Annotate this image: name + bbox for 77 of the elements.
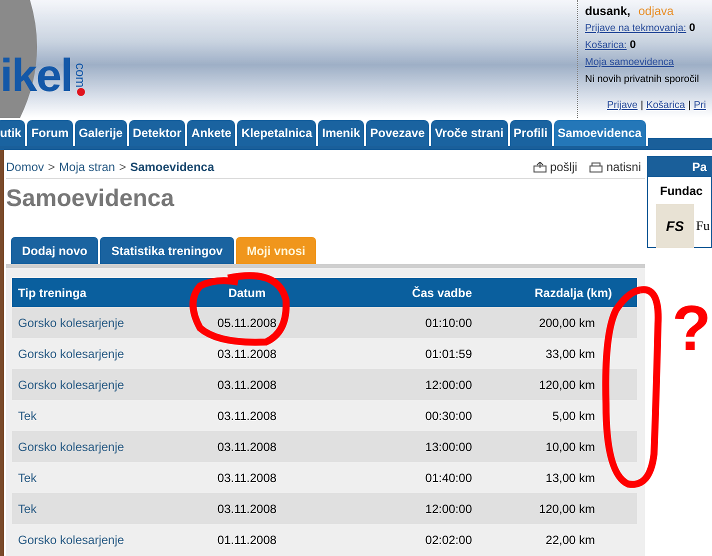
training-type-link[interactable]: Gorsko kolesarjenje (12, 376, 182, 394)
question-mark-annotation: ? (672, 296, 712, 360)
account-link[interactable]: Košarica (646, 98, 686, 113)
table-cell-text: 22,00 km (544, 532, 596, 548)
table-cell-text: 01:40:00 (424, 470, 472, 486)
logo-text: ikel (0, 52, 72, 98)
table-cell-text: 200,00 km (538, 314, 596, 332)
nav-tab[interactable]: Vroče strani (430, 120, 508, 146)
training-type-link[interactable]: Tek (12, 468, 182, 486)
column-header: Tip treninga (17, 284, 88, 302)
nav-tab[interactable]: Profili (510, 120, 552, 146)
nav-tab[interactable]: Ankete (187, 120, 236, 146)
sidebar-heading: Pa (648, 157, 711, 177)
tab[interactable]: Dodaj novo (11, 237, 98, 264)
column-header: Datum (227, 284, 267, 302)
action-link[interactable]: natisni (589, 158, 641, 176)
table-cell-text: 03.11.2008 (216, 408, 278, 424)
column-header: Čas vadbe (410, 284, 472, 302)
page-title: Samoevidenca (6, 185, 176, 213)
link-separator: | (688, 99, 691, 113)
tab[interactable]: Statistika treningov (100, 237, 234, 264)
count-text: 0 (689, 21, 696, 36)
account-link[interactable]: Moja samoevidenca (585, 55, 674, 70)
column-header: Razdalja (km) (534, 284, 613, 302)
table-cell-text: 03.11.2008 (216, 376, 278, 394)
table-cell-text: 13,00 km (544, 470, 596, 486)
table-cell-text: 120,00 km (538, 500, 596, 518)
nav-tab[interactable]: Galerije (74, 120, 127, 146)
table-cell-text: 5,00 km (551, 408, 596, 424)
training-type-link[interactable]: Gorsko kolesarjenje (12, 438, 182, 456)
sponsor-name: Fundac (659, 183, 704, 200)
table-cell-text: 10,00 km (544, 438, 596, 456)
link-separator: | (640, 99, 644, 113)
messages-text: Ni novih privatnih sporočil (585, 73, 700, 87)
table-cell-text: 03.11.2008 (216, 500, 278, 518)
table-cell-text: 03.11.2008 (216, 346, 278, 362)
logo-suffix: com (74, 63, 88, 88)
account-link[interactable]: Prijave (607, 98, 638, 113)
action-link[interactable]: pošlji (532, 158, 578, 176)
training-type-link[interactable]: Gorsko kolesarjenje (12, 314, 182, 332)
table-cell-text: 12:00:00 (424, 500, 472, 518)
table-cell-text: 05.11.2008 (216, 314, 278, 332)
account-link[interactable]: Pri (694, 98, 706, 113)
account-link[interactable]: Košarica: (585, 38, 627, 53)
username: dusank, (585, 4, 630, 19)
table-cell-text: 33,00 km (544, 346, 596, 362)
breadcrumb-separator: > (48, 159, 56, 176)
table-cell-text: 12:00:00 (424, 376, 472, 394)
nav-tab[interactable]: Detektor (128, 120, 186, 146)
training-type-link[interactable]: Gorsko kolesarjenje (12, 344, 182, 362)
training-type-link[interactable]: Gorsko kolesarjenje (12, 530, 182, 548)
sponsor-logo: FS (656, 204, 694, 248)
sponsor-caption: Fu (696, 217, 710, 236)
table-cell-text: 120,00 km (538, 376, 596, 394)
table-cell-text: 01.11.2008 (216, 532, 278, 548)
nav-tab[interactable]: Klepetalnica (237, 120, 316, 146)
table-cell-text: 03.11.2008 (216, 438, 278, 456)
table-cell-text: 13:00:00 (424, 438, 472, 456)
nav-tab[interactable]: Povezave (366, 120, 429, 146)
table-cell-text: 02:02:00 (424, 532, 472, 548)
nav-tab[interactable]: Imenik (318, 120, 364, 146)
printer-icon (589, 162, 604, 172)
table-cell-text: 01:01:59 (424, 346, 472, 362)
breadcrumb-link[interactable]: Moja stran (59, 158, 116, 176)
table-cell-text: 03.11.2008 (216, 470, 278, 486)
count-text: 0 (630, 38, 636, 53)
account-link[interactable]: Prijave na tekmovanja: (585, 21, 686, 36)
breadcrumb-link[interactable]: Samoevidenca (130, 158, 214, 176)
table-cell-text: 00:30:00 (424, 408, 472, 424)
table-cell-text: 01:10:00 (424, 314, 472, 332)
training-type-link[interactable]: Tek (12, 406, 182, 424)
training-type-link[interactable]: Tek (12, 500, 182, 518)
nav-tab[interactable]: Forum (27, 120, 73, 146)
breadcrumb-separator: > (119, 159, 126, 176)
breadcrumb-link[interactable]: Domov (6, 158, 44, 176)
nav-tab[interactable]: utik (0, 120, 26, 146)
nav-tab[interactable]: Samoevidenca (554, 120, 646, 146)
